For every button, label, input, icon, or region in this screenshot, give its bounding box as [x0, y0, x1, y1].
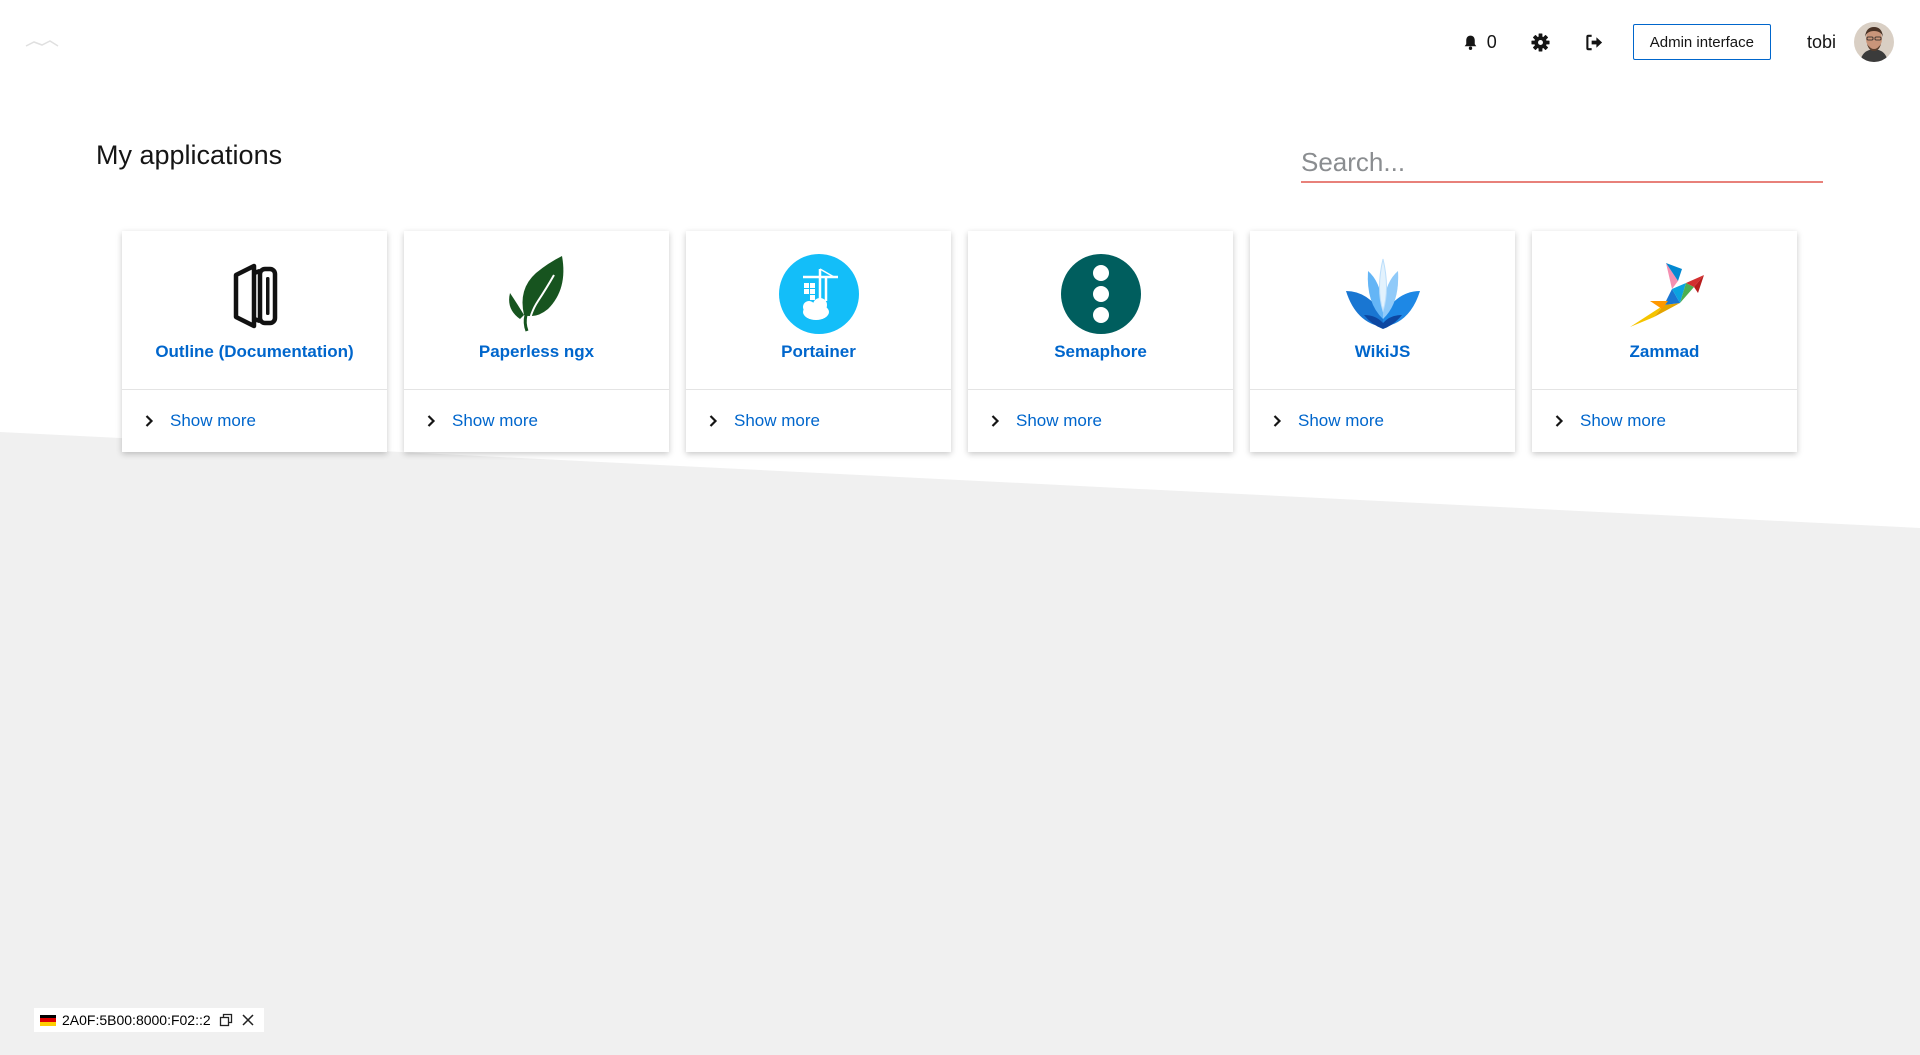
gear-icon — [1531, 32, 1550, 52]
logout-button[interactable] — [1585, 32, 1605, 52]
show-more-label: Show more — [1016, 411, 1102, 430]
app-name-wikijs[interactable]: WikiJS — [1355, 342, 1411, 362]
notifications-button[interactable]: 0 — [1462, 32, 1497, 53]
copy-icon[interactable] — [219, 1013, 233, 1027]
app-card-paperless: Paperless ngx Show more — [404, 231, 669, 452]
show-more-label: Show more — [1298, 411, 1384, 430]
avatar[interactable] — [1854, 22, 1894, 62]
app-name-outline[interactable]: Outline (Documentation) — [155, 342, 353, 362]
chevron-right-icon — [1555, 415, 1564, 427]
show-more-toggle[interactable]: Show more — [1250, 390, 1515, 452]
admin-interface-button[interactable]: Admin interface — [1632, 24, 1771, 60]
settings-button[interactable] — [1531, 32, 1551, 52]
app-name-zammad[interactable]: Zammad — [1630, 342, 1700, 362]
leaf-logo-icon[interactable] — [496, 253, 578, 335]
zammad-logo-icon[interactable] — [1624, 253, 1706, 335]
bell-icon — [1464, 35, 1477, 50]
portainer-logo-icon[interactable] — [778, 253, 860, 335]
show-more-label: Show more — [452, 411, 538, 430]
app-name-portainer[interactable]: Portainer — [781, 342, 856, 362]
show-more-label: Show more — [1580, 411, 1666, 430]
show-more-toggle[interactable]: Show more — [968, 390, 1233, 452]
show-more-label: Show more — [170, 411, 256, 430]
app-card-semaphore: Semaphore Show more — [968, 231, 1233, 452]
chevron-right-icon — [145, 415, 154, 427]
user-avatar-icon — [1854, 22, 1894, 62]
username: tobi — [1806, 31, 1836, 52]
show-more-toggle[interactable]: Show more — [404, 390, 669, 452]
search-input[interactable] — [1301, 143, 1823, 183]
chevron-right-icon — [991, 415, 1000, 427]
outline-logo-icon[interactable] — [214, 253, 296, 335]
ip-address: 2A0F:5B00:8000:F02::2 — [62, 1012, 211, 1028]
top-header: 0 Admin interface tobi — [0, 0, 1920, 84]
app-card-wikijs: WikiJS Show more — [1250, 231, 1515, 452]
chevron-right-icon — [709, 415, 718, 427]
app-name-semaphore[interactable]: Semaphore — [1054, 342, 1147, 362]
brand-logo-icon[interactable] — [24, 34, 60, 50]
show-more-label: Show more — [734, 411, 820, 430]
semaphore-logo-icon[interactable] — [1060, 253, 1142, 335]
notification-count: 0 — [1486, 31, 1497, 52]
app-name-paperless[interactable]: Paperless ngx — [479, 342, 594, 362]
sign-out-icon — [1586, 34, 1603, 50]
germany-flag-icon — [40, 1014, 56, 1026]
chevron-right-icon — [427, 415, 436, 427]
chevron-right-icon — [1273, 415, 1282, 427]
show-more-toggle[interactable]: Show more — [686, 390, 951, 452]
app-card-portainer: Portainer Show more — [686, 231, 951, 452]
show-more-toggle[interactable]: Show more — [1532, 390, 1797, 452]
app-card-outline: Outline (Documentation) Show more — [122, 231, 387, 452]
application-list: Outline (Documentation) Show more Paperl… — [122, 231, 1797, 452]
wikijs-logo-icon[interactable] — [1342, 253, 1424, 335]
app-card-zammad: Zammad Show more — [1532, 231, 1797, 452]
show-more-toggle[interactable]: Show more — [122, 390, 387, 452]
ip-address-bar: 2A0F:5B00:8000:F02::2 — [34, 1008, 264, 1032]
close-icon[interactable] — [241, 1013, 255, 1027]
page-title: My applications — [96, 140, 283, 170]
